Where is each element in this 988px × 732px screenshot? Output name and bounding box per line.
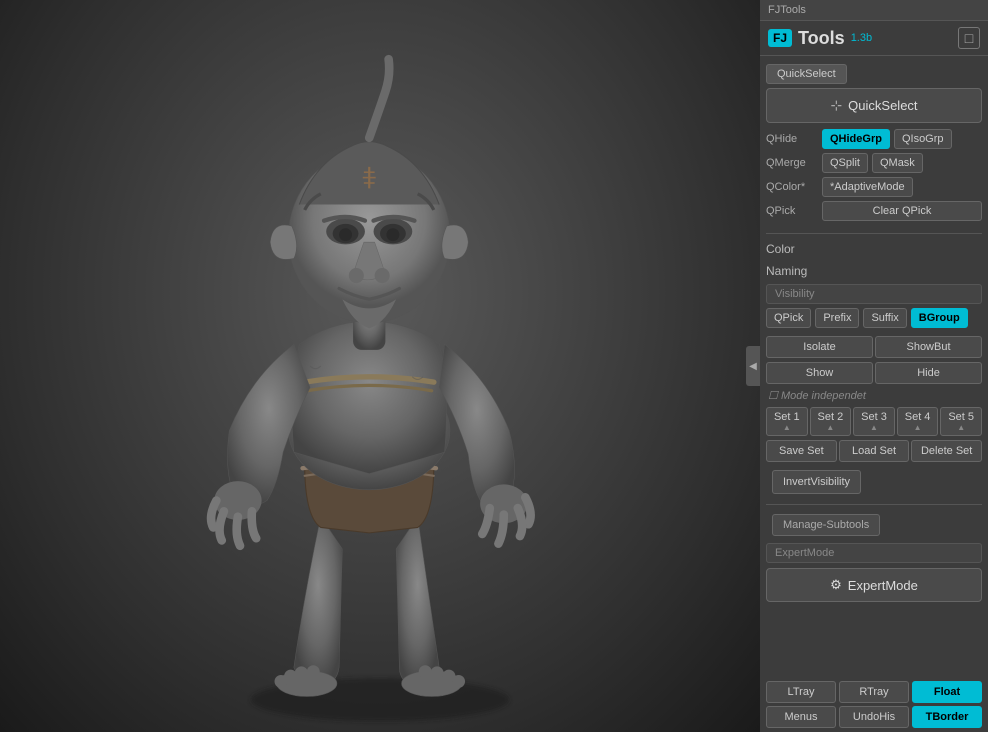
naming-header[interactable]: Naming (760, 260, 988, 282)
bottom-row-1: LTray RTray Float (766, 681, 982, 703)
qmerge-row: QMerge QSplit QMask (766, 153, 982, 173)
menus-button[interactable]: Menus (766, 706, 836, 728)
fjtools-header: FJ Tools 1.3b □ (760, 21, 988, 56)
qmerge-label: QMerge (766, 157, 818, 169)
isolate-button[interactable]: Isolate (766, 336, 873, 358)
qpick-label: QPick (766, 205, 818, 217)
load-set-button[interactable]: Load Set (839, 440, 910, 462)
bgroup-button[interactable]: BGroup (911, 308, 968, 328)
fjtools-logo: FJ Tools 1.3b (768, 28, 872, 49)
tborder-button[interactable]: TBorder (912, 706, 982, 728)
visibility-bar[interactable]: Visibility (766, 284, 982, 304)
show-hide-row: Show Hide (760, 360, 988, 386)
qhide-label: QHide (766, 133, 818, 145)
quickselect-tab[interactable]: QuickSelect (766, 64, 847, 84)
fjtools-version: 1.3b (851, 32, 872, 44)
adaptivemode-button[interactable]: *AdaptiveMode (822, 177, 913, 197)
fjtools-title: Tools (798, 28, 845, 49)
divider-1 (766, 233, 982, 234)
manage-subtools-container: Manage-Subtools (760, 509, 988, 541)
set4-button[interactable]: Set 4 ▲ (897, 407, 939, 436)
qhide-row: QHide QHideGrp QIsoGrp (766, 129, 982, 149)
panel-title-text: FJTools (768, 4, 806, 16)
show-button[interactable]: Show (766, 362, 873, 384)
panel-titlebar: FJTools (760, 0, 988, 21)
qisogrp-button[interactable]: QIsoGrp (894, 129, 952, 149)
manage-subtools-button[interactable]: Manage-Subtools (772, 514, 880, 536)
set1-button[interactable]: Set 1 ▲ (766, 407, 808, 436)
fj-badge: FJ (768, 29, 792, 47)
undohis-button[interactable]: UndoHis (839, 706, 909, 728)
panel-resize-handle[interactable]: ◀ (746, 346, 760, 386)
color-header[interactable]: Color (760, 238, 988, 260)
clear-qpick-button[interactable]: Clear QPick (822, 201, 982, 221)
set3-arrow-up: ▲ (856, 423, 892, 432)
set2-arrow-up: ▲ (813, 423, 849, 432)
set5-button[interactable]: Set 5 ▲ (940, 407, 982, 436)
troll-model (0, 0, 760, 732)
delete-set-button[interactable]: Delete Set (911, 440, 982, 462)
sets-row: Set 1 ▲ Set 2 ▲ Set 3 ▲ Set 4 ▲ Set 5 ▲ (760, 405, 988, 438)
set3-button[interactable]: Set 3 ▲ (853, 407, 895, 436)
vis-qpick-button[interactable]: QPick (766, 308, 811, 328)
gear-icon: ⚙ (830, 577, 842, 593)
isolate-showbut-row: Isolate ShowBut (760, 334, 988, 360)
suffix-button[interactable]: Suffix (863, 308, 906, 328)
mode-independent-label: ☐ Mode independet (760, 386, 988, 405)
divider-2 (766, 504, 982, 505)
fjtools-icon-button[interactable]: □ (958, 27, 980, 49)
qcolor-row: QColor* *AdaptiveMode (766, 177, 982, 197)
hide-button[interactable]: Hide (875, 362, 982, 384)
ltray-button[interactable]: LTray (766, 681, 836, 703)
set4-arrow-up: ▲ (900, 423, 936, 432)
prefix-button[interactable]: Prefix (815, 308, 859, 328)
invert-visibility-button[interactable]: InvertVisibility (772, 470, 861, 494)
visibility-options-row: QPick Prefix Suffix BGroup (760, 306, 988, 330)
qsplit-button[interactable]: QSplit (822, 153, 868, 173)
cursor-icon: ⊹ (830, 97, 842, 114)
save-set-button[interactable]: Save Set (766, 440, 837, 462)
set1-arrow-up: ▲ (769, 423, 805, 432)
viewport: ◀ (0, 0, 760, 732)
bottom-row-2: Menus UndoHis TBorder (766, 706, 982, 728)
set-actions-row: Save Set Load Set Delete Set (760, 438, 988, 464)
rtray-button[interactable]: RTray (839, 681, 909, 703)
qhidegrp-button[interactable]: QHideGrp (822, 129, 890, 149)
right-panel: FJTools FJ Tools 1.3b □ QuickSelect ⊹ Qu… (760, 0, 988, 732)
quickselect-section: QuickSelect ⊹ QuickSelect QHide QHideGrp… (760, 60, 988, 229)
invert-visibility-container: InvertVisibility (760, 464, 988, 500)
expertmode-button[interactable]: ⚙ ExpertMode (766, 568, 982, 602)
float-button[interactable]: Float (912, 681, 982, 703)
set5-arrow-up: ▲ (943, 423, 979, 432)
qmask-button[interactable]: QMask (872, 153, 923, 173)
qpick-row: QPick Clear QPick (766, 201, 982, 221)
model-viewport[interactable] (0, 0, 760, 732)
bottom-toolbar: LTray RTray Float Menus UndoHis TBorder (760, 677, 988, 732)
qcolor-label: QColor* (766, 181, 818, 193)
quickselect-button[interactable]: ⊹ QuickSelect (766, 88, 982, 123)
expertmode-bar[interactable]: ExpertMode (766, 543, 982, 563)
set2-button[interactable]: Set 2 ▲ (810, 407, 852, 436)
showbut-button[interactable]: ShowBut (875, 336, 982, 358)
